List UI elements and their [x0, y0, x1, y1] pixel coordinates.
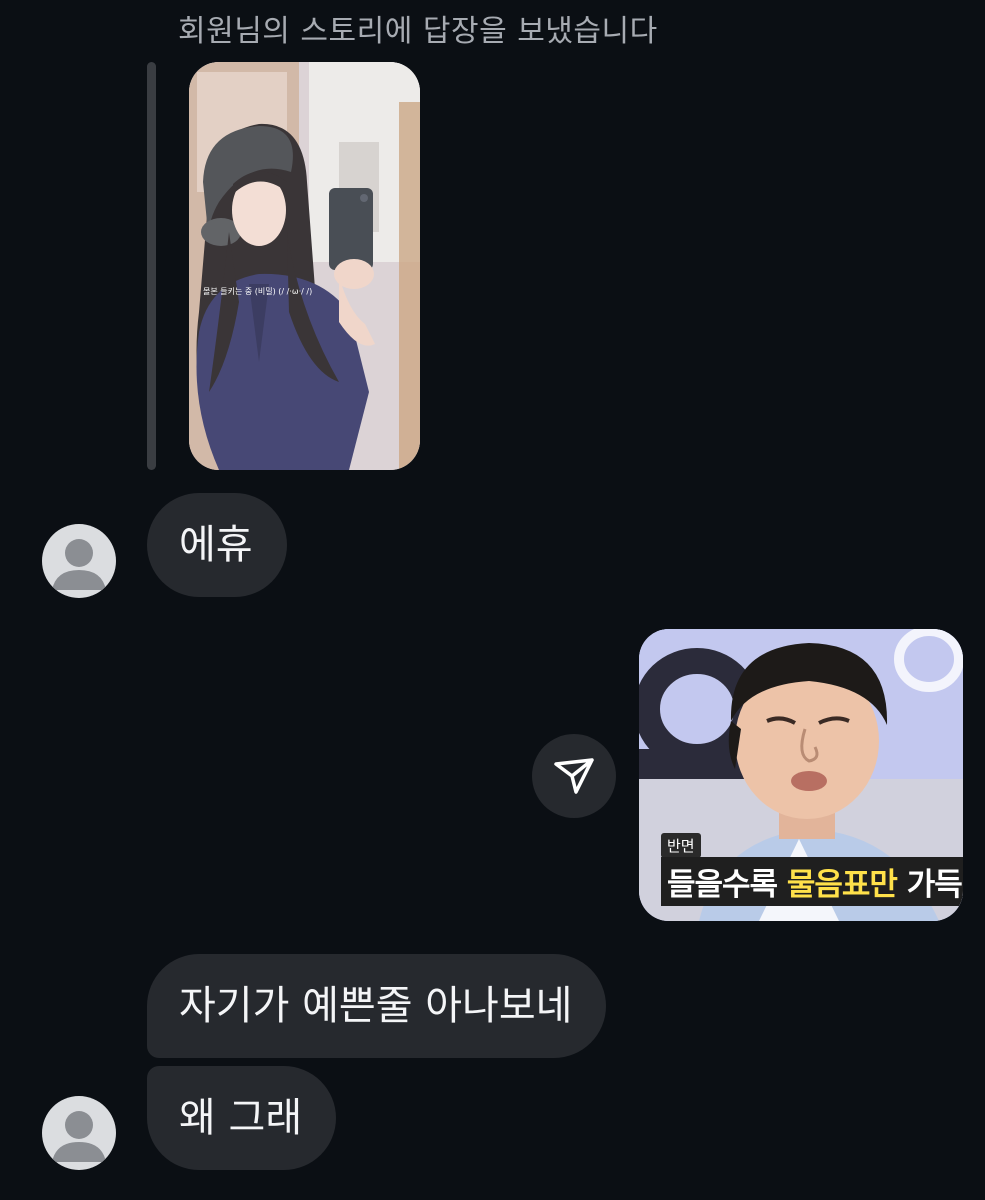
reply-quote-bar	[147, 62, 156, 470]
sent-image-message[interactable]: 반면 들을수록 물음표만 가득	[639, 629, 963, 921]
story-thumbnail[interactable]: 몰본 들키는 중 (비밀) (/ /·ω·/ /)	[189, 62, 420, 470]
send-paper-plane-icon	[554, 758, 594, 794]
story-reply-caption: 회원님의 스토리에 답장을 보냈습니다	[178, 14, 658, 49]
avatar[interactable]	[42, 1096, 116, 1170]
story-photo: 몰본 들키는 중 (비밀) (/ /·ω·/ /)	[189, 62, 420, 470]
default-avatar-icon	[52, 1111, 106, 1162]
avatar[interactable]	[42, 524, 116, 598]
meme-tag: 반면	[661, 833, 701, 858]
message-bubble[interactable]: 에휴	[147, 493, 287, 597]
meme-caption: 들을수록 물음표만 가득	[661, 857, 963, 906]
message-bubble[interactable]: 자기가 예쁜줄 아나보네	[147, 954, 607, 1058]
story-overlay-text: 몰본 들키는 중 (비밀) (/ /·ω·/ /)	[203, 287, 312, 296]
message-bubble[interactable]: 왜 그래	[147, 1066, 337, 1170]
share-button[interactable]	[532, 734, 616, 818]
default-avatar-icon	[52, 539, 106, 590]
